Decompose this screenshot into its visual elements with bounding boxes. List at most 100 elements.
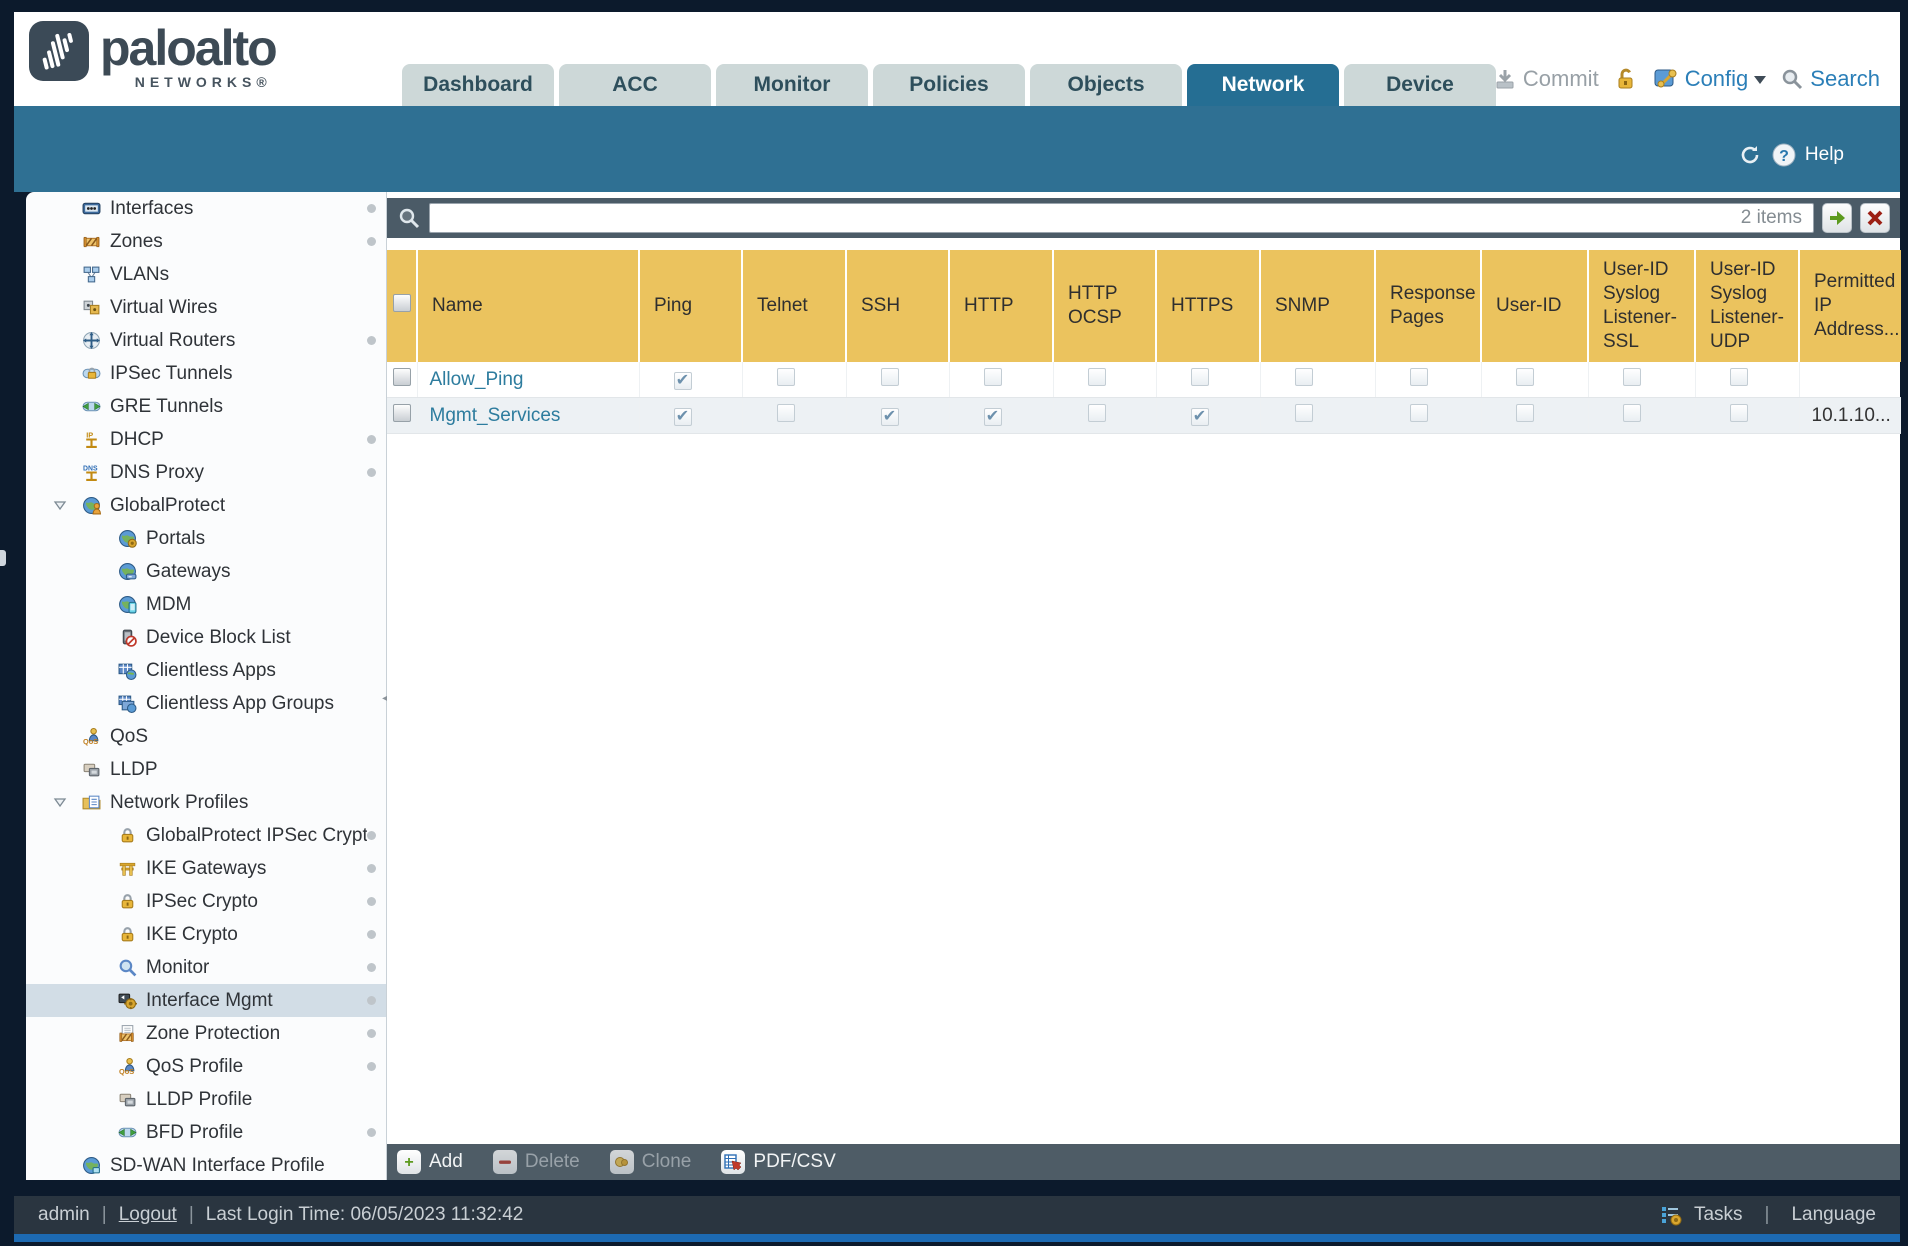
search-button[interactable]: Search <box>1780 66 1880 92</box>
sidebar-item-label: Network Profiles <box>110 791 249 813</box>
add-button[interactable]: + Add <box>397 1150 463 1174</box>
commit-button[interactable]: Commit <box>1493 66 1599 92</box>
profile-name-link[interactable]: Allow_Ping <box>430 369 524 390</box>
sidebar-item-clientless-apps[interactable]: Clientless Apps <box>26 654 386 687</box>
main-nav-tabs: Dashboard ACC Monitor Policies Objects Networ… <box>402 64 1501 106</box>
logout-link[interactable]: Logout <box>119 1204 177 1226</box>
sidebar-item-dns-proxy[interactable]: DNS DNS Proxy <box>26 456 386 489</box>
column-header-permitted-ip-address-[interactable]: Permitted IP Address... <box>1799 250 1901 362</box>
row-select-checkbox[interactable] <box>393 367 411 386</box>
language-link[interactable]: Language <box>1791 1204 1876 1226</box>
header-select-all <box>387 250 418 362</box>
expander-icon[interactable] <box>52 498 82 514</box>
green-arrow-icon <box>1827 208 1847 228</box>
sidebar-item-lldp[interactable]: LLDP <box>26 753 386 786</box>
sidebar-item-zones[interactable]: Zones <box>26 225 386 258</box>
content-panel: 2 items Name Ping Telnet SSH HTTP HTTP OCSP HT… <box>387 192 1901 1180</box>
column-header-snmp[interactable]: SNMP <box>1260 250 1376 362</box>
sidebar-item-portals[interactable]: Portals <box>26 522 386 555</box>
sidebar-item-label: DHCP <box>110 428 164 450</box>
tab-acc[interactable]: ACC <box>559 64 711 106</box>
column-header-ping[interactable]: Ping <box>639 250 743 362</box>
sidebar-item-label: Virtual Wires <box>110 296 218 318</box>
sidebar-item-qos[interactable]: QoS QoS <box>26 720 386 753</box>
tasks-link[interactable]: Tasks <box>1694 1204 1743 1226</box>
sidebar-item-ike-gateways[interactable]: IKE Gateways <box>26 852 386 885</box>
column-header-telnet[interactable]: Telnet <box>742 250 847 362</box>
unchecked-checkbox <box>880 367 899 386</box>
apply-filter-button[interactable] <box>1822 203 1852 233</box>
frame-tick <box>0 550 6 566</box>
sidebar-item-label: VLANs <box>110 263 170 285</box>
globe-gateway-icon <box>118 562 137 581</box>
tab-dashboard[interactable]: Dashboard <box>402 64 554 106</box>
row-select-checkbox[interactable] <box>393 403 411 422</box>
sidebar-item-virtual-wires[interactable]: Virtual Wires <box>26 291 386 324</box>
sidebar-item-label: IKE Gateways <box>146 857 267 879</box>
virtual-routers-icon <box>82 331 101 350</box>
sidebar-item-bfd-profile[interactable]: BFD Profile <box>26 1116 386 1149</box>
column-header-name[interactable]: Name <box>417 250 640 362</box>
column-header-user-id-syslog-listener-ssl[interactable]: User-ID Syslog Listener-SSL <box>1588 250 1696 362</box>
sidebar-item-gateways[interactable]: Gateways <box>26 555 386 588</box>
qos-icon: QoS <box>118 1057 137 1076</box>
config-icon <box>1653 66 1679 92</box>
table-row: Mgmt_Services 10.1.10... <box>387 397 1901 434</box>
sidebar-item-ipsec-tunnels[interactable]: IPSec Tunnels <box>26 357 386 390</box>
expander-icon[interactable] <box>52 795 82 811</box>
sidebar-item-qos-profile[interactable]: QoS QoS Profile <box>26 1050 386 1083</box>
sidebar-item-clientless-app-groups[interactable]: Clientless App Groups <box>26 687 386 720</box>
item-dot <box>367 468 376 477</box>
sidebar-item-sd-wan-interface-profile[interactable]: SD-WAN Interface Profile <box>26 1149 386 1180</box>
tables-globe-icon <box>118 694 137 713</box>
red-x-icon <box>1866 209 1884 227</box>
sidebar-item-monitor[interactable]: Monitor <box>26 951 386 984</box>
filter-input[interactable] <box>429 203 1814 233</box>
sidebar-item-device-block-list[interactable]: Device Block List <box>26 621 386 654</box>
clear-filter-button[interactable] <box>1860 203 1890 233</box>
sidebar-item-label: GlobalProtect IPSec Crypto <box>146 824 367 846</box>
help-icon[interactable]: ? <box>1771 142 1797 168</box>
checked-checkbox <box>983 407 1002 426</box>
sidebar-item-vlans[interactable]: VLANs <box>26 258 386 291</box>
column-header-response-pages[interactable]: Response Pages <box>1375 250 1482 362</box>
sidebar-item-label: GRE Tunnels <box>110 395 223 417</box>
select-all-checkbox[interactable] <box>393 293 411 312</box>
sidebar-item-virtual-routers[interactable]: Virtual Routers <box>26 324 386 357</box>
sidebar-item-mdm[interactable]: MDM <box>26 588 386 621</box>
sidebar-item-zone-protection[interactable]: Zone Protection <box>26 1017 386 1050</box>
sidebar-item-gre-tunnels[interactable]: GRE Tunnels <box>26 390 386 423</box>
column-header-http[interactable]: HTTP <box>949 250 1054 362</box>
sidebar-item-label: Monitor <box>146 956 210 978</box>
tab-objects[interactable]: Objects <box>1030 64 1182 106</box>
sidebar-item-interface-mgmt[interactable]: Interface Mgmt <box>26 984 386 1017</box>
column-header-https[interactable]: HTTPS <box>1156 250 1261 362</box>
config-dropdown[interactable]: Config <box>1653 66 1767 92</box>
tab-device[interactable]: Device <box>1344 64 1496 106</box>
sidebar-item-label: IKE Crypto <box>146 923 238 945</box>
sidebar-item-ike-crypto[interactable]: IKE Crypto <box>26 918 386 951</box>
sidebar-item-network-profiles[interactable]: Network Profiles <box>26 786 386 819</box>
ike-gateways-icon <box>118 859 137 878</box>
tab-policies[interactable]: Policies <box>873 64 1025 106</box>
sidebar-item-dhcp[interactable]: IP DHCP <box>26 423 386 456</box>
sidebar-item-ipsec-crypto[interactable]: IPSec Crypto <box>26 885 386 918</box>
tab-monitor[interactable]: Monitor <box>716 64 868 106</box>
tab-network[interactable]: Network <box>1187 64 1339 106</box>
sidebar-item-globalprotect-ipsec-crypto[interactable]: GlobalProtect IPSec Crypto <box>26 819 386 852</box>
lock-open-icon[interactable] <box>1613 66 1639 92</box>
column-header-user-id-syslog-listener-udp[interactable]: User-ID Syslog Listener-UDP <box>1695 250 1800 362</box>
refresh-icon[interactable] <box>1737 142 1763 168</box>
app-header: paloalto NETWORKS® Dashboard ACC Monitor Po… <box>14 12 1900 106</box>
sidebar-item-label: Device Block List <box>146 626 291 648</box>
sidebar-item-interfaces[interactable]: Interfaces <box>26 192 386 225</box>
profile-name-link[interactable]: Mgmt_Services <box>430 405 561 426</box>
column-header-user-id[interactable]: User-ID <box>1481 250 1589 362</box>
column-header-http-ocsp[interactable]: HTTP OCSP <box>1053 250 1157 362</box>
sidebar-item-label: Clientless Apps <box>146 659 276 681</box>
header-actions: Commit Config Search <box>1493 66 1880 92</box>
sidebar-item-globalprotect[interactable]: GlobalProtect <box>26 489 386 522</box>
pdf-csv-button[interactable]: PDF/CSV <box>721 1150 836 1174</box>
column-header-ssh[interactable]: SSH <box>846 250 950 362</box>
sidebar-item-lldp-profile[interactable]: LLDP Profile <box>26 1083 386 1116</box>
